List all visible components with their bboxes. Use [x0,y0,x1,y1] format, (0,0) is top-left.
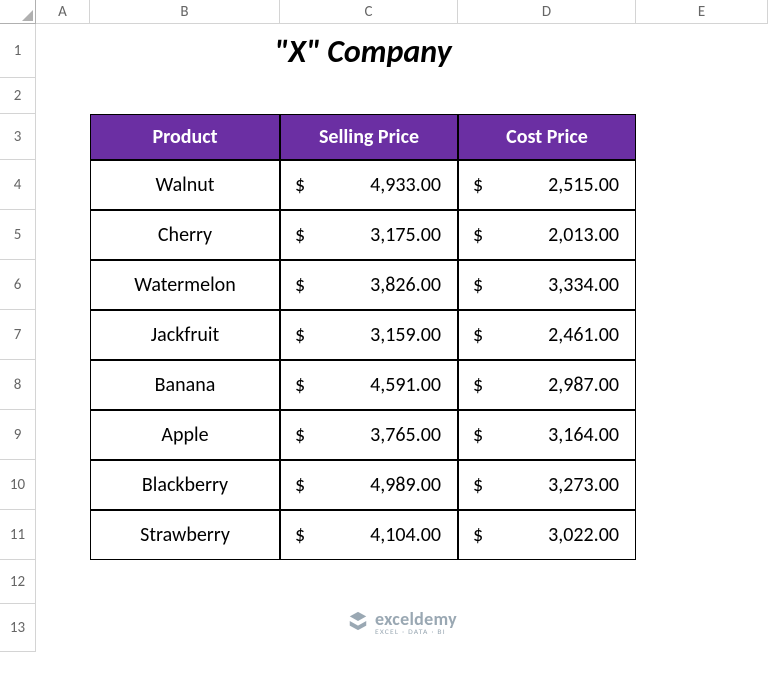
row-header-9[interactable]: 9 [0,410,36,460]
col-header-A[interactable]: A [36,0,90,24]
col-header-D[interactable]: D [458,0,636,24]
row-header-4[interactable]: 4 [0,160,36,210]
currency-symbol: $ [295,173,305,197]
cell-value: 2,013.00 [548,223,619,247]
row-header-5[interactable]: 5 [0,210,36,260]
page-title[interactable]: "X" Company [90,24,636,78]
select-all-corner[interactable] [0,0,36,24]
cell-value: 4,989.00 [370,473,441,497]
cell-value: 3,273.00 [548,473,619,497]
currency-symbol: $ [295,473,305,497]
logo-icon [347,610,369,632]
cell-product[interactable]: Strawberry [90,510,280,560]
cell-cost[interactable]: $3,273.00 [458,460,636,510]
row-header-12[interactable]: 12 [0,560,36,604]
row-header-10[interactable]: 10 [0,460,36,510]
row-header-2[interactable]: 2 [0,78,36,114]
cell-product[interactable]: Blackberry [90,460,280,510]
spreadsheet-grid: A B C D E 1 2 3 4 5 6 7 8 9 10 11 12 13 … [0,0,768,652]
cell-selling[interactable]: $3,826.00 [280,260,458,310]
currency-symbol: $ [473,523,483,547]
cell-value: 3,159.00 [370,323,441,347]
row-header-11[interactable]: 11 [0,510,36,560]
cell-product[interactable]: Apple [90,410,280,460]
currency-symbol: $ [473,473,483,497]
watermark-main: exceldemy [375,610,457,628]
cell-product[interactable]: Cherry [90,210,280,260]
cell-cost[interactable]: $3,022.00 [458,510,636,560]
currency-symbol: $ [473,273,483,297]
col-header-E[interactable]: E [636,0,768,24]
cell-selling[interactable]: $3,175.00 [280,210,458,260]
currency-symbol: $ [473,173,483,197]
cell-selling[interactable]: $4,104.00 [280,510,458,560]
col-header-B[interactable]: B [90,0,280,24]
cell-value: 3,826.00 [370,273,441,297]
cell-cost[interactable]: $2,013.00 [458,210,636,260]
cell-value: 3,022.00 [548,523,619,547]
cell-value: 2,987.00 [548,373,619,397]
col-header-C[interactable]: C [280,0,458,24]
currency-symbol: $ [295,373,305,397]
cell-value: 4,933.00 [370,173,441,197]
cell-value: 3,334.00 [548,273,619,297]
cell-selling[interactable]: $4,933.00 [280,160,458,210]
cell-cost[interactable]: $3,334.00 [458,260,636,310]
cell-cost[interactable]: $3,164.00 [458,410,636,460]
cell-cost[interactable]: $2,987.00 [458,360,636,410]
row-header-8[interactable]: 8 [0,360,36,410]
currency-symbol: $ [295,273,305,297]
table-header-product[interactable]: Product [90,114,280,160]
cell-product[interactable]: Banana [90,360,280,410]
currency-symbol: $ [473,423,483,447]
currency-symbol: $ [295,523,305,547]
currency-symbol: $ [473,223,483,247]
cell-value: 3,765.00 [370,423,441,447]
row-header-13[interactable]: 13 [0,604,36,652]
currency-symbol: $ [295,223,305,247]
cell-value: 3,164.00 [548,423,619,447]
cell-value: 3,175.00 [370,223,441,247]
row-header-6[interactable]: 6 [0,260,36,310]
cell-value: 2,515.00 [548,173,619,197]
currency-symbol: $ [473,373,483,397]
cell-value: 4,591.00 [370,373,441,397]
cell-product[interactable]: Watermelon [90,260,280,310]
cell-value: 4,104.00 [370,523,441,547]
cell-selling[interactable]: $3,765.00 [280,410,458,460]
cell-selling[interactable]: $4,591.00 [280,360,458,410]
cell-selling[interactable]: $4,989.00 [280,460,458,510]
cell-product[interactable]: Jackfruit [90,310,280,360]
currency-symbol: $ [295,423,305,447]
cell-selling[interactable]: $3,159.00 [280,310,458,360]
table-header-selling[interactable]: Selling Price [280,114,458,160]
currency-symbol: $ [473,323,483,347]
cell-value: 2,461.00 [548,323,619,347]
watermark-sub: EXCEL · DATA · BI [375,629,457,637]
cell-cost[interactable]: $2,515.00 [458,160,636,210]
row-header-7[interactable]: 7 [0,310,36,360]
row-header-3[interactable]: 3 [0,114,36,160]
watermark: exceldemy EXCEL · DATA · BI [36,604,768,652]
currency-symbol: $ [295,323,305,347]
row-header-1[interactable]: 1 [0,24,36,78]
cell-cost[interactable]: $2,461.00 [458,310,636,360]
table-header-cost[interactable]: Cost Price [458,114,636,160]
cell-product[interactable]: Walnut [90,160,280,210]
